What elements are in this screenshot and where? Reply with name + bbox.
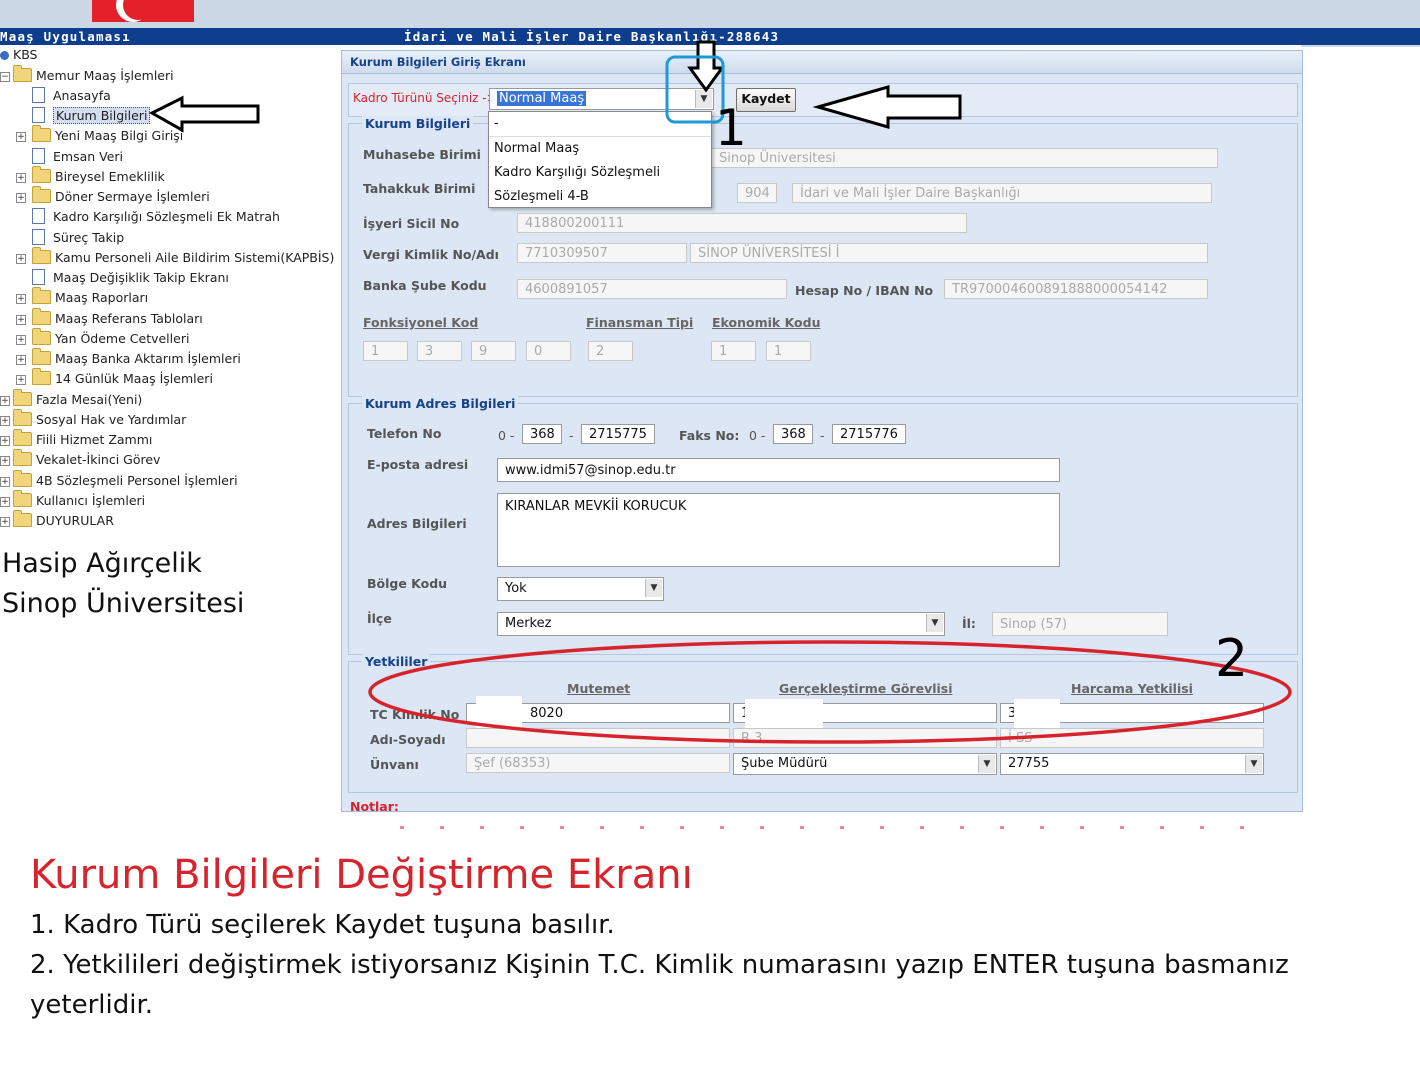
yetkililer-highlight-ellipse — [368, 640, 1292, 744]
marker-2: 2 — [1215, 629, 1249, 689]
dropdown-pointer-arrow-icon — [687, 40, 725, 93]
marker-1: 1 — [715, 99, 747, 157]
caption-step1: 1. Kadro Türü seçilerek Kaydet tuşuna ba… — [30, 910, 615, 940]
tree-pointer-arrow-icon — [148, 95, 260, 133]
annotation-overlay — [148, 40, 1292, 744]
caption-title: Kurum Bilgileri Değiştirme Ekranı — [30, 852, 693, 898]
caption-step2-line2: yeterlidir. — [30, 990, 154, 1020]
save-pointer-arrow-icon — [812, 85, 962, 129]
caption-step2-line1: 2. Yetkilileri değiştirmek istiyorsanız … — [30, 950, 1289, 980]
